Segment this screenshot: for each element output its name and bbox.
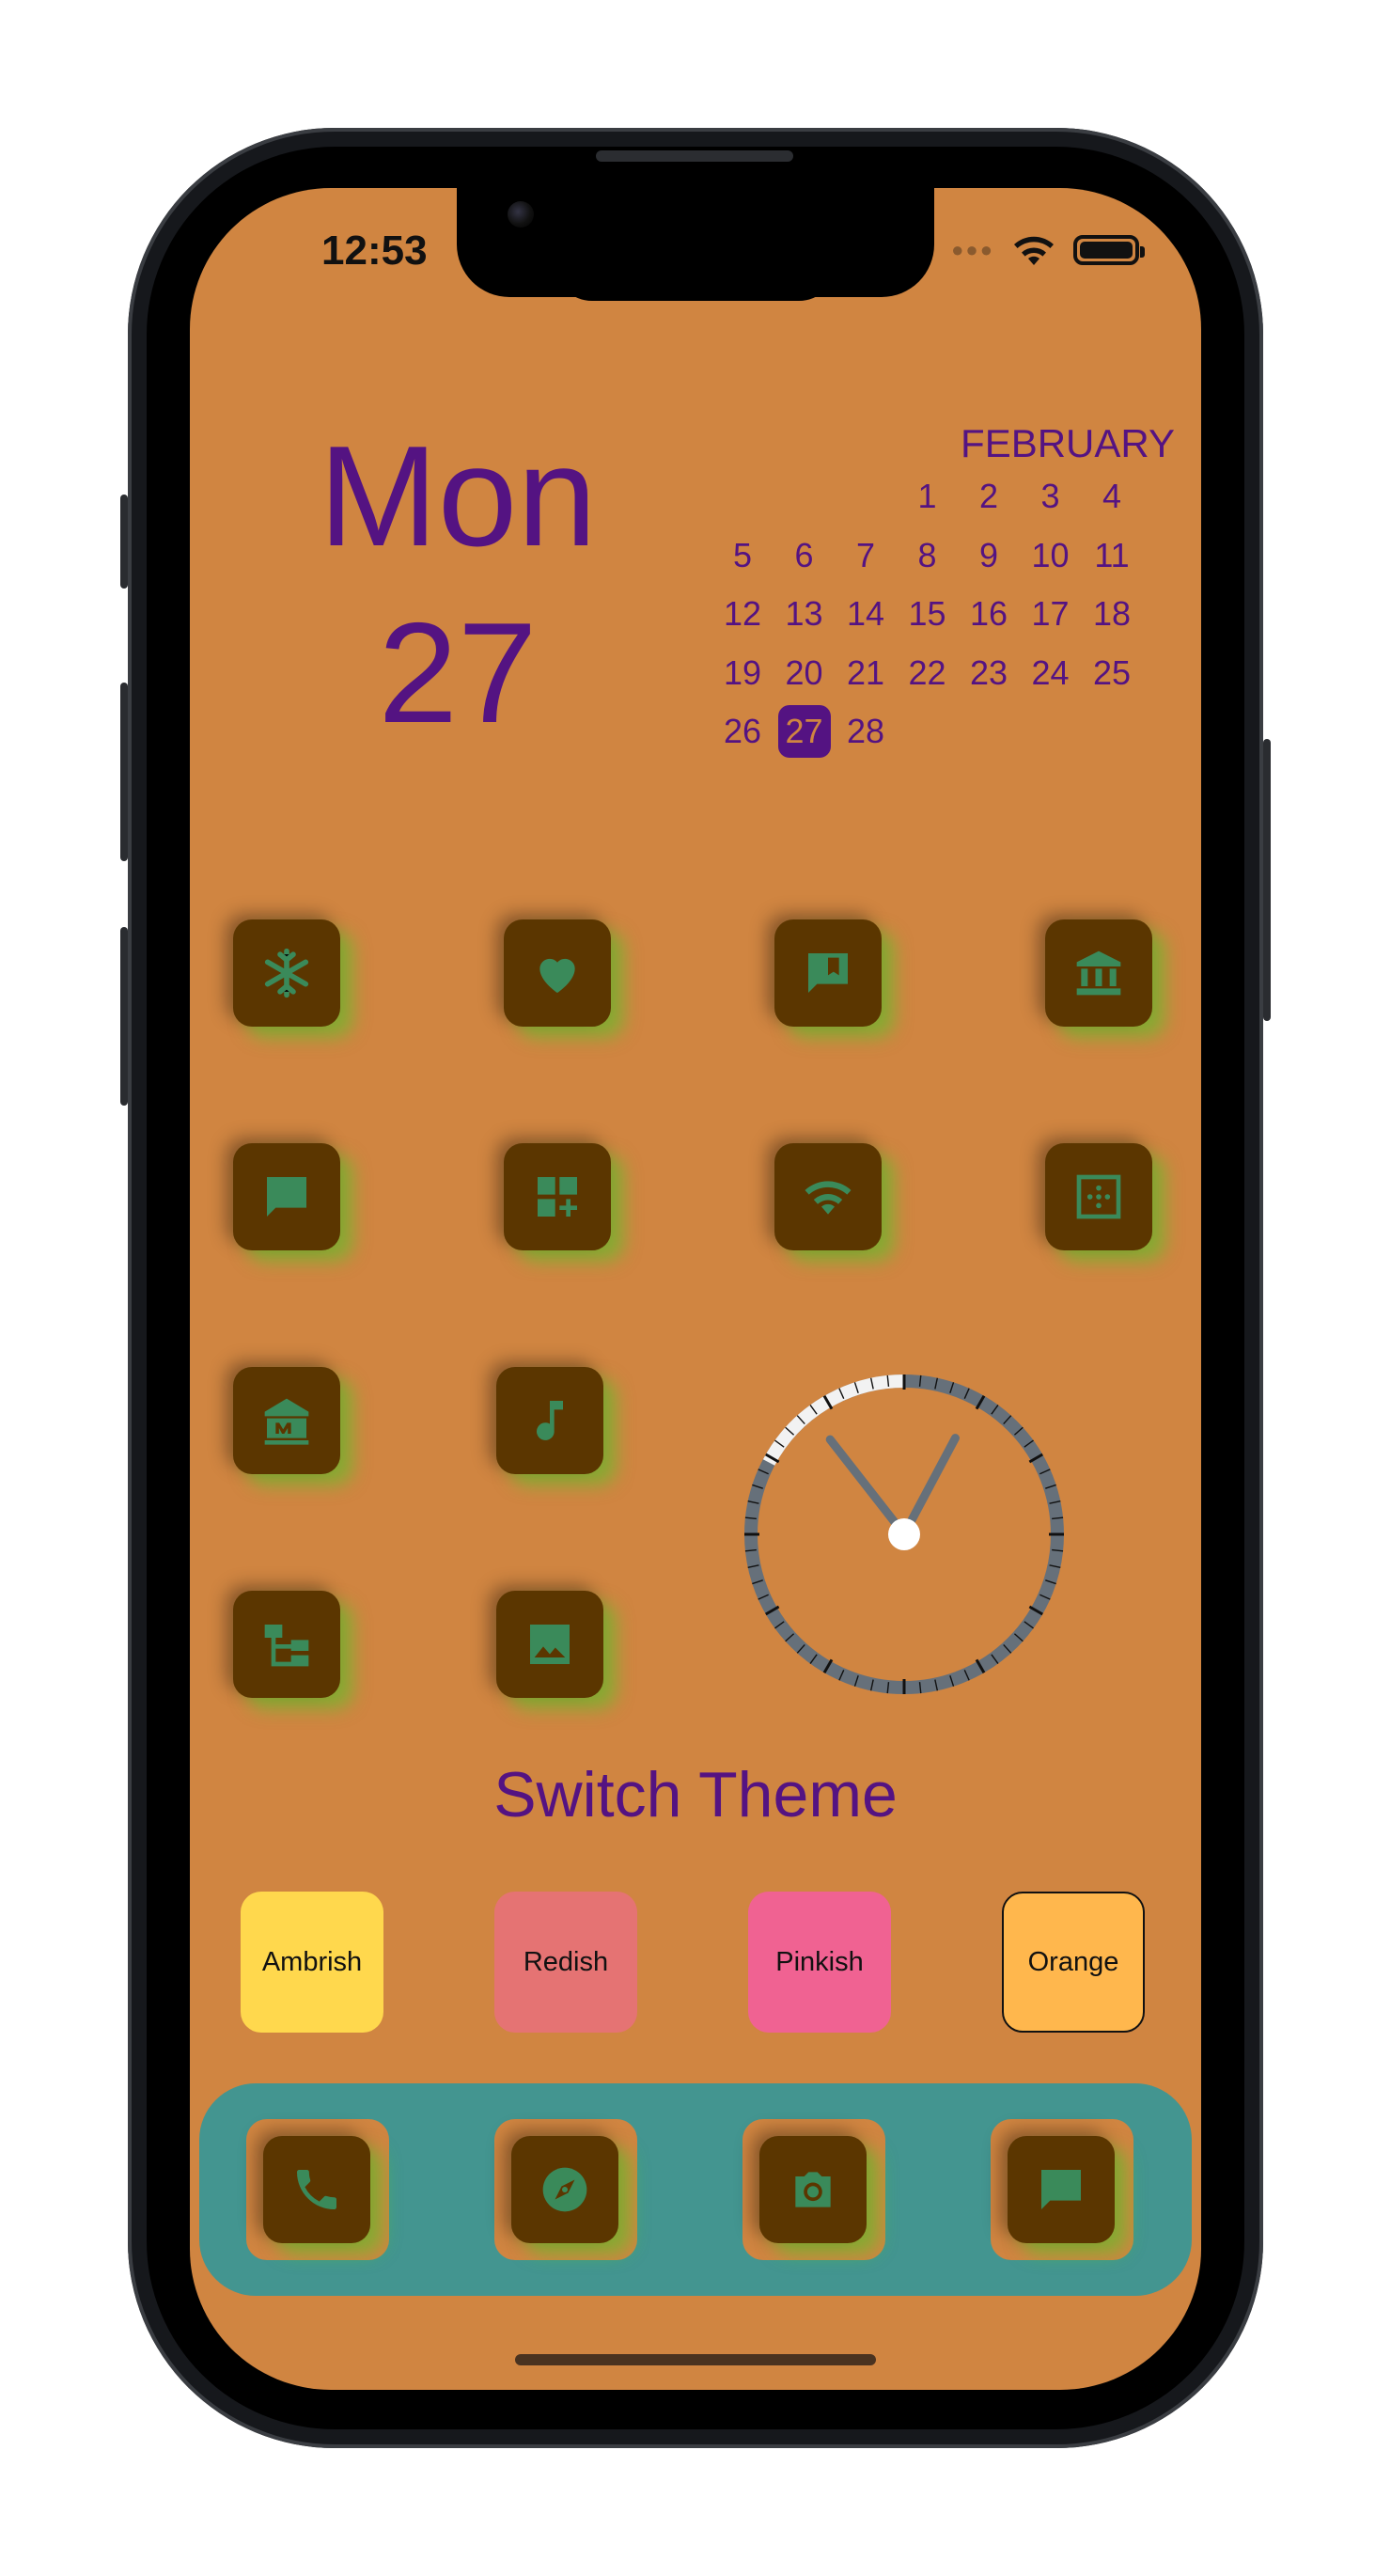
day-name: Mon — [319, 416, 597, 576]
app-tile[interactable] — [233, 919, 340, 1027]
calendar-day: 21 — [846, 652, 885, 692]
status-indicators: ●●● — [951, 233, 1145, 267]
app-tile[interactable] — [496, 1367, 603, 1474]
calendar-day: 26 — [723, 712, 762, 750]
app-tile[interactable] — [504, 919, 611, 1027]
calendar-day: 20 — [785, 652, 823, 692]
museum-icon — [264, 1398, 309, 1445]
calendar-day: 6 — [794, 535, 814, 574]
dock-slot — [246, 2119, 389, 2260]
app-tile[interactable] — [233, 1143, 340, 1250]
calendar-day: 15 — [908, 594, 946, 633]
app-tile[interactable] — [504, 1143, 611, 1250]
front-camera — [508, 201, 534, 228]
calendar-day: 27 — [777, 705, 831, 758]
calendar-day: 17 — [1031, 594, 1070, 633]
theme-option-ambrish[interactable]: Ambrish — [241, 1892, 383, 2033]
calendar-day: 7 — [855, 535, 876, 574]
account-tree-icon — [264, 1625, 309, 1667]
compass-icon — [542, 2167, 587, 2212]
app-tile[interactable] — [759, 2136, 867, 2243]
calendar-day: 1 — [917, 477, 937, 515]
app-tile[interactable] — [774, 919, 882, 1027]
volume-up-button — [120, 683, 128, 861]
clock-hour-hand — [825, 1435, 909, 1539]
theme-option-pinkish[interactable]: Pinkish — [748, 1892, 891, 2033]
home-screen: 12:53 ●●● Mon 27 FEBRUARY 1 2 3 4 5 6 7 8 9 10 11 1… — [190, 188, 1201, 2390]
wifi-status-icon — [1014, 236, 1054, 265]
calendar-day: 3 — [1040, 477, 1060, 515]
calendar-day: 4 — [1102, 477, 1122, 515]
mute-switch — [120, 495, 128, 589]
chat-icon — [267, 1177, 306, 1217]
analog-clock — [744, 1374, 1064, 1694]
calendar-day: 28 — [846, 712, 885, 750]
dock-slot — [991, 2119, 1133, 2260]
bookmark-chat-icon — [808, 953, 848, 993]
image-icon — [530, 1625, 570, 1664]
dock — [199, 2083, 1192, 2296]
switch-theme-title: Switch Theme — [493, 1759, 898, 1830]
volume-down-button — [120, 927, 128, 1106]
app-tile[interactable] — [1008, 2136, 1115, 2243]
app-tile[interactable] — [233, 1367, 340, 1474]
app-tile[interactable] — [263, 2136, 370, 2243]
app-tile[interactable] — [774, 1143, 882, 1250]
calendar-day: 10 — [1031, 535, 1070, 574]
app-tile[interactable] — [1045, 919, 1152, 1027]
calendar-day: 24 — [1031, 652, 1070, 692]
clock-minute-hand — [899, 1434, 960, 1539]
speaker-grille — [596, 150, 793, 162]
dock-slot — [494, 2119, 637, 2260]
calendar-day: 13 — [785, 594, 823, 633]
calendar-day: 2 — [978, 477, 999, 515]
clock-center-pin — [888, 1518, 920, 1550]
calendar-day: 12 — [723, 594, 762, 633]
calendar-day: 11 — [1094, 535, 1130, 574]
calendar-month: FEBRUARY — [961, 421, 1175, 465]
camera-icon — [795, 2172, 831, 2207]
calendar-day: 19 — [723, 652, 762, 692]
theme-option-orange[interactable]: Orange — [1002, 1892, 1145, 2033]
app-tile[interactable] — [1045, 1143, 1152, 1250]
calendar-day: 22 — [908, 652, 946, 692]
calendar-day: 5 — [732, 535, 753, 574]
phone-icon — [297, 2170, 336, 2209]
calendar-day: 9 — [978, 535, 999, 574]
music-note-icon — [537, 1401, 563, 1440]
power-button — [1263, 739, 1271, 1021]
day-number: 27 — [378, 593, 538, 753]
calendar-day: 18 — [1092, 594, 1132, 633]
wifi-icon — [805, 1181, 852, 1215]
heart-icon — [539, 958, 575, 993]
snowflake-icon — [264, 948, 309, 998]
battery-icon — [1073, 235, 1145, 265]
add-widget-icon — [538, 1177, 577, 1217]
bank-icon — [1076, 950, 1121, 996]
dock-slot — [742, 2119, 885, 2260]
calendar-day: 23 — [969, 652, 1008, 692]
crop-dotted-icon — [1076, 1174, 1121, 1219]
calendar-day: 25 — [1092, 652, 1132, 692]
calendar-day: 14 — [846, 594, 885, 633]
chat-icon — [1041, 2170, 1081, 2209]
app-tile[interactable] — [233, 1591, 340, 1698]
signal-dots-icon: ●●● — [951, 238, 994, 261]
home-indicator — [515, 2354, 876, 2365]
app-tile[interactable] — [511, 2136, 618, 2243]
calendar-day: 16 — [969, 594, 1008, 633]
app-tile[interactable] — [496, 1591, 603, 1698]
theme-option-redish[interactable]: Redish — [494, 1892, 637, 2033]
status-time: 12:53 — [321, 228, 428, 274]
calendar-day: 8 — [917, 535, 937, 574]
